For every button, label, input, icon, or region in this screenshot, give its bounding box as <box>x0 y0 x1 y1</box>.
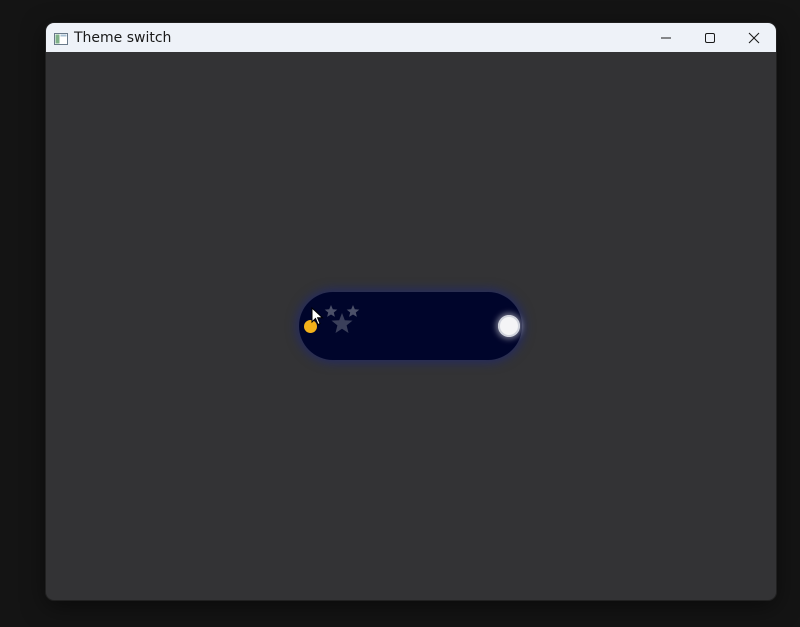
window-content <box>46 52 776 600</box>
app-icon <box>54 32 68 45</box>
star-icon <box>346 305 360 317</box>
close-icon <box>748 32 760 43</box>
maximize-button[interactable] <box>688 23 732 52</box>
title-bar[interactable]: Theme switch <box>46 23 776 52</box>
window-title: Theme switch <box>74 29 172 46</box>
minimize-icon <box>661 37 671 38</box>
window-controls <box>644 23 776 52</box>
close-button[interactable] <box>732 23 776 52</box>
maximize-icon <box>705 32 715 43</box>
app-window: Theme switch <box>46 23 776 600</box>
sun-icon <box>304 320 317 333</box>
minimize-button[interactable] <box>644 23 688 52</box>
star-icon <box>324 305 338 317</box>
moon-knob-icon[interactable] <box>498 315 520 337</box>
stars-group <box>324 305 360 333</box>
theme-toggle-switch[interactable] <box>299 292 522 360</box>
